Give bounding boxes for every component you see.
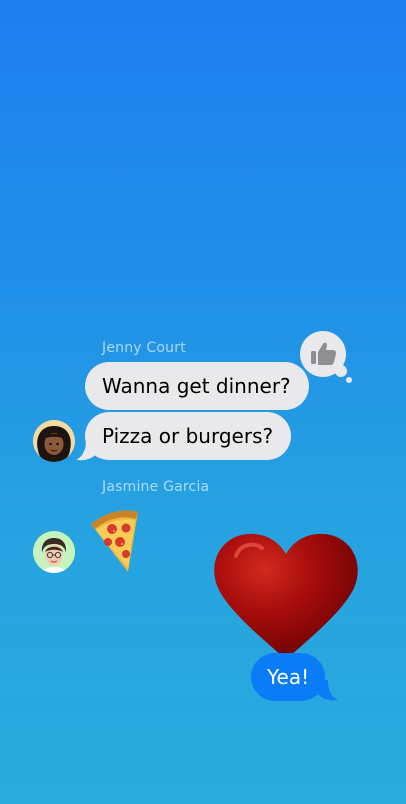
pizza-sticker[interactable] [84,504,144,576]
heart-icon [214,533,358,660]
memoji-avatar-icon [33,531,75,573]
pizza-slice-icon [91,510,138,572]
heart-sticker[interactable] [210,522,362,664]
memoji-avatar-icon [33,420,75,462]
avatar-jenny[interactable] [33,420,75,462]
message-bubble[interactable]: Wanna get dinner? [85,362,309,410]
message-text: Pizza or burgers? [102,424,274,448]
avatar-jasmine[interactable] [33,531,75,573]
message-bubble-outgoing[interactable]: Yea! [251,653,326,701]
message-bubble[interactable]: Pizza or burgers? [85,412,292,460]
message-text: Yea! [267,665,310,689]
sender-name-jasmine: Jasmine Garcia [102,479,210,495]
sender-name-jenny: Jenny Court [102,340,186,356]
message-text: Wanna get dinner? [102,374,291,398]
